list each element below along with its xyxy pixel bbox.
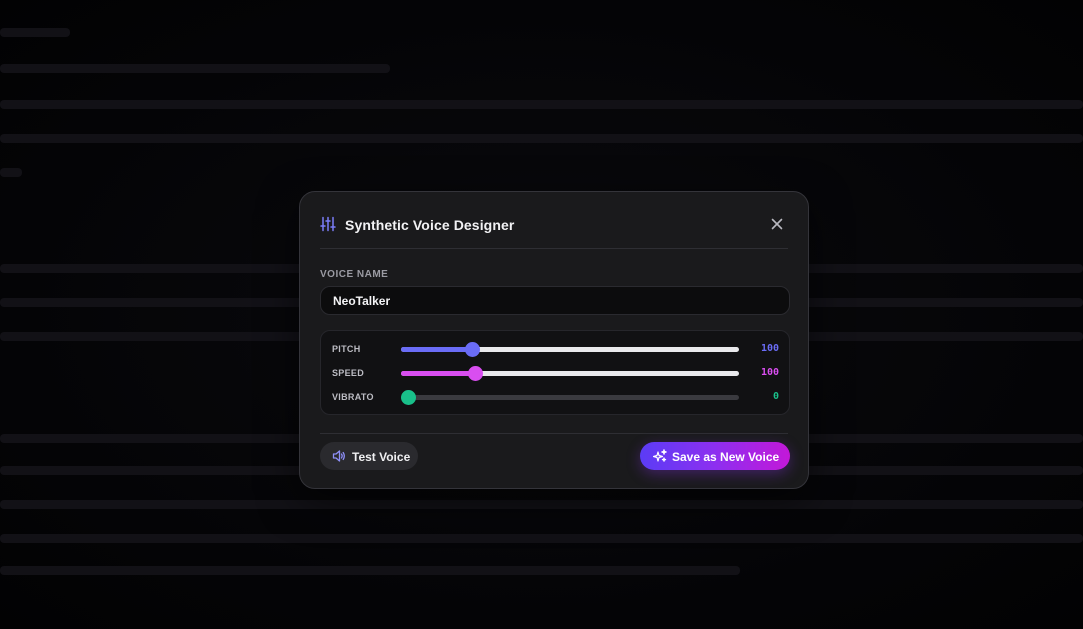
footer-divider xyxy=(320,433,788,434)
test-voice-label: Test Voice xyxy=(352,450,411,464)
pitch-slider[interactable] xyxy=(401,342,739,357)
background-text-line xyxy=(0,566,740,575)
vibrato-label: VIBRATO xyxy=(332,392,374,402)
background-text-line xyxy=(0,134,1083,143)
slider-row-vibrato: VIBRATO 0 xyxy=(321,389,789,405)
speaker-icon xyxy=(332,450,345,462)
voice-parameters-panel: PITCH 100 SPEED 100 VIBRATO 0 xyxy=(320,330,790,415)
speed-value: 100 xyxy=(760,367,779,378)
vibrato-slider-thumb[interactable] xyxy=(401,390,416,405)
background-text-line xyxy=(0,100,1083,109)
vibrato-value: 0 xyxy=(772,391,779,402)
speed-label: SPEED xyxy=(332,368,365,378)
pitch-label: PITCH xyxy=(332,344,361,354)
voice-name-label: VOICE NAME xyxy=(320,269,389,280)
save-new-voice-button[interactable]: Save as New Voice xyxy=(640,442,790,470)
slider-row-speed: SPEED 100 xyxy=(321,365,789,381)
test-voice-button[interactable]: Test Voice xyxy=(320,442,418,470)
speed-slider-thumb[interactable] xyxy=(468,366,483,381)
background-text-line xyxy=(0,28,70,37)
vibrato-slider[interactable] xyxy=(401,390,739,405)
speed-slider-fill xyxy=(401,371,475,376)
speed-slider[interactable] xyxy=(401,366,739,381)
voice-designer-dialog: Synthetic Voice Designer VOICE NAME PITC… xyxy=(299,191,809,489)
sparkles-icon xyxy=(653,449,667,462)
pitch-slider-fill xyxy=(401,347,472,352)
background-text-line xyxy=(0,534,1083,543)
background-text-line xyxy=(0,64,390,73)
dialog-title: Synthetic Voice Designer xyxy=(345,217,515,233)
slider-row-pitch: PITCH 100 xyxy=(321,341,789,357)
sliders-icon xyxy=(320,216,336,232)
background-text-line xyxy=(0,168,22,177)
save-new-voice-label: Save as New Voice xyxy=(672,450,780,464)
close-icon[interactable] xyxy=(770,217,784,231)
background-text-line xyxy=(0,500,1083,509)
pitch-slider-thumb[interactable] xyxy=(465,342,480,357)
dialog-header: Synthetic Voice Designer xyxy=(320,192,788,249)
pitch-value: 100 xyxy=(760,343,779,354)
voice-name-input[interactable] xyxy=(320,286,790,315)
